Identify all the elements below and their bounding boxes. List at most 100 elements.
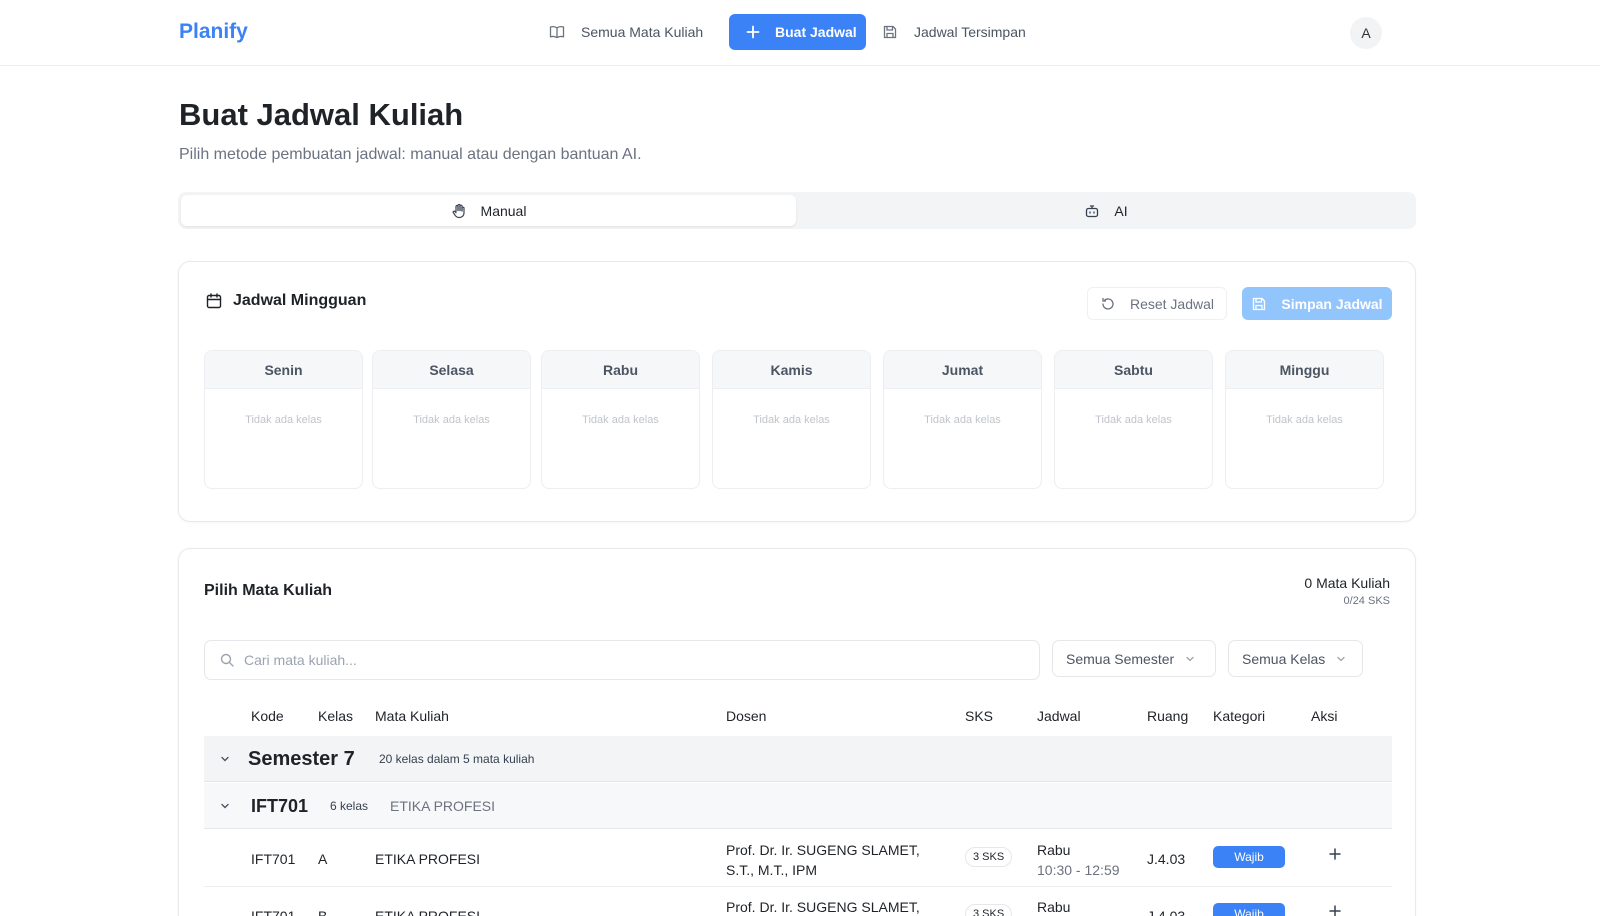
class-filter-select[interactable]: Semua Kelas [1228,640,1363,677]
day-column-kamis[interactable]: Kamis Tidak ada kelas [712,350,871,489]
day-header: Senin [205,351,362,389]
column-header-kelas: Kelas [318,708,354,724]
row-category-badge: Wajib [1213,903,1285,916]
row-class: A [318,851,328,867]
page-title: Buat Jadwal Kuliah [179,97,464,132]
day-header: Rabu [542,351,699,389]
add-course-button[interactable] [1327,903,1343,916]
book-open-icon [549,25,565,39]
reset-icon [1102,297,1114,310]
chevron-down-icon [1186,656,1194,661]
mode-manual-tab[interactable]: Manual [181,195,796,226]
weekly-schedule-header: Jadwal Mingguan [205,292,366,310]
add-course-button[interactable] [1327,846,1343,862]
day-column-rabu[interactable]: Rabu Tidak ada kelas [541,350,700,489]
nav-create-schedule[interactable]: Buat Jadwal [729,14,866,50]
mode-manual-label: Manual [480,202,527,219]
row-code: IFT701 [251,908,296,916]
row-schedule-time: 10:30 - 12:59 [1037,862,1120,878]
table-row[interactable]: IFT701 A ETIKA PROFESI Prof. Dr. Ir. SUG… [204,830,1392,887]
column-header-ruang: Ruang [1147,708,1189,724]
reset-schedule-label: Reset Jadwal [1129,295,1215,312]
mode-ai-label: AI [1114,202,1128,219]
day-column-minggu[interactable]: Minggu Tidak ada kelas [1225,350,1384,489]
mode-ai-tab[interactable]: AI [800,195,1412,226]
reset-schedule-button[interactable]: Reset Jadwal [1087,287,1227,320]
day-column-jumat[interactable]: Jumat Tidak ada kelas [883,350,1042,489]
save-icon [1253,297,1266,310]
row-course-name: ETIKA PROFESI [375,908,481,916]
chevron-down-icon [1337,656,1345,661]
row-code: IFT701 [251,851,296,867]
day-column-sabtu[interactable]: Sabtu Tidak ada kelas [1054,350,1213,489]
row-course-name: ETIKA PROFESI [375,851,481,867]
row-class: B [318,908,328,916]
save-schedule-label: Simpan Jadwal [1281,295,1383,312]
row-lecturer: Prof. Dr. Ir. SUGENG SLAMET, [726,899,920,915]
course-group-row[interactable]: IFT701 6 kelas ETIKA PROFESI [204,783,1392,829]
weekly-schedule-title: Jadwal Mingguan [233,292,367,309]
selected-sks-total: 0/24 SKS [1343,595,1390,607]
day-header: Selasa [373,351,530,389]
class-filter-value: Semua Kelas [1242,650,1326,667]
day-header: Sabtu [1055,351,1212,389]
selected-course-count: 0 Mata Kuliah [1304,575,1390,591]
day-header: Jumat [884,351,1041,389]
course-group-title: ETIKA PROFESI [390,798,496,814]
semester-filter-select[interactable]: Semua Semester [1052,640,1216,677]
row-sks-badge: 3 SKS [965,904,1013,916]
row-room: J.4.03 [1147,851,1186,867]
course-group-count: 6 kelas [330,799,369,813]
search-icon [220,653,234,667]
row-schedule-day: Rabu [1037,899,1071,915]
row-sks-badge: 3 SKS [965,847,1013,867]
day-empty-text: Tidak ada kelas [245,414,322,426]
day-empty-text: Tidak ada kelas [413,414,490,426]
page-subtitle: Pilih metode pembuatan jadwal: manual at… [179,146,642,163]
course-search-input[interactable]: Cari mata kuliah... [204,640,1040,680]
save-icon [883,25,897,39]
column-header-kode: Kode [251,708,284,724]
nav-saved-schedules-label: Jadwal Tersimpan [914,24,1026,40]
column-header-dosen: Dosen [726,708,767,724]
row-room: J.4.03 [1147,908,1186,916]
nav-all-courses[interactable]: Semua Mata Kuliah [549,14,703,50]
row-schedule: Rabu 10:30 - 12:59 [1037,840,1120,880]
column-header-mata-kuliah: Mata Kuliah [375,708,449,724]
user-avatar[interactable]: A [1350,17,1382,49]
semester-filter-value: Semua Semester [1066,650,1175,667]
plus-icon [746,25,760,39]
save-schedule-button[interactable]: Simpan Jadwal [1242,287,1392,320]
day-header: Minggu [1226,351,1383,389]
weekly-days-grid: Senin Tidak ada kelas Selasa Tidak ada k… [204,350,1392,489]
day-column-selasa[interactable]: Selasa Tidak ada kelas [372,350,531,489]
mode-toggle: Manual AI [178,192,1416,229]
nav-create-schedule-label: Buat Jadwal [775,24,857,40]
day-empty-text: Tidak ada kelas [753,414,830,426]
semester-group-name: Semester 7 [248,748,355,770]
day-empty-text: Tidak ada kelas [1266,414,1343,426]
row-lecturer: Prof. Dr. Ir. SUGENG SLAMET, S.T., M.T.,… [726,842,920,878]
calendar-icon [206,293,222,309]
course-picker-card: Pilih Mata Kuliah 0 Mata Kuliah 0/24 SKS… [178,548,1416,916]
bot-icon [1086,204,1099,217]
nav-all-courses-label: Semua Mata Kuliah [581,24,704,40]
course-group-code: IFT701 [251,796,309,816]
row-schedule: Rabu [1037,897,1070,916]
row-schedule-day: Rabu [1037,842,1071,858]
day-empty-text: Tidak ada kelas [924,414,1001,426]
top-navbar: Planify Semua Mata Kuliah Buat Jadwal Ja… [0,0,1600,66]
column-header-aksi: Aksi [1311,708,1338,724]
day-empty-text: Tidak ada kelas [1095,414,1172,426]
course-search-placeholder: Cari mata kuliah... [244,652,357,668]
nav-saved-schedules[interactable]: Jadwal Tersimpan [882,14,1026,50]
semester-group-row[interactable]: Semester 7 20 kelas dalam 5 mata kuliah [204,736,1392,782]
brand-logo[interactable]: Planify [179,20,248,44]
semester-group-info: 20 kelas dalam 5 mata kuliah [379,752,535,766]
day-column-senin[interactable]: Senin Tidak ada kelas [204,350,363,489]
hand-icon [452,203,465,218]
column-header-sks: SKS [965,708,994,724]
day-empty-text: Tidak ada kelas [582,414,659,426]
table-row[interactable]: IFT701 B ETIKA PROFESI Prof. Dr. Ir. SUG… [204,887,1392,916]
chevron-down-icon [221,803,229,809]
